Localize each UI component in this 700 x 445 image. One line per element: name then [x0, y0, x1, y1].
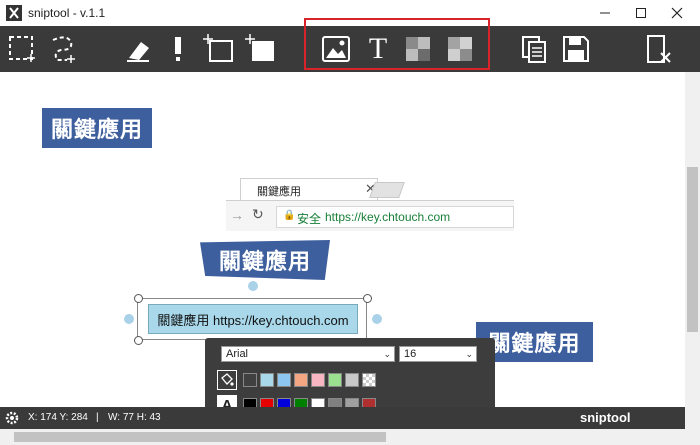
- add-rect-outline-button[interactable]: [198, 26, 238, 72]
- corner-handle-tr[interactable]: [363, 294, 372, 303]
- copy-icon: [522, 36, 546, 63]
- close-button[interactable]: [660, 0, 694, 26]
- save-icon: [563, 36, 589, 62]
- fill-color-swatch[interactable]: [294, 373, 308, 387]
- ribbon-tag[interactable]: 關鍵應用: [200, 240, 330, 280]
- corner-handle-bl[interactable]: [134, 336, 143, 345]
- browser-snippet[interactable]: 關鍵應用 ✕ → ↻ 🔒 安全 https://key.chtouch.com: [226, 178, 514, 231]
- corner-handle-tl[interactable]: [134, 294, 143, 303]
- add-rect-outline-icon: [203, 34, 233, 62]
- fill-color-swatch[interactable]: [345, 373, 359, 387]
- font-select[interactable]: Arial ⌄: [221, 346, 395, 362]
- lock-icon: 🔒: [283, 210, 296, 221]
- rotate-handle[interactable]: [248, 281, 258, 291]
- right-handle[interactable]: [372, 314, 382, 324]
- note-text[interactable]: 關鍵應用 https://key.chtouch.com: [148, 304, 358, 334]
- highlight-box: [304, 18, 490, 70]
- brand-label: sniptool: [580, 410, 631, 425]
- fill-color-swatch[interactable]: [362, 373, 376, 387]
- font-value: Arial: [226, 348, 249, 360]
- close-icon: [671, 7, 683, 19]
- lasso-icon: [52, 36, 75, 63]
- minimize-icon: [600, 12, 610, 14]
- horizontal-scroll-thumb[interactable]: [14, 432, 386, 442]
- selected-note[interactable]: 關鍵應用 https://key.chtouch.com: [137, 298, 367, 340]
- forward-icon: →: [230, 207, 244, 223]
- horizontal-scrollbar[interactable]: [0, 429, 685, 445]
- url-text: https://key.chtouch.com: [325, 210, 451, 224]
- chevron-down-icon: ⌄: [383, 349, 391, 359]
- address-row: → ↻ 🔒 安全 https://key.chtouch.com: [226, 200, 514, 231]
- marker-icon: [175, 37, 181, 61]
- maximize-button[interactable]: [624, 0, 658, 26]
- cursor-coords: X: 174 Y: 284: [28, 412, 88, 423]
- window-title: sniptool - v.1.1: [28, 6, 106, 20]
- new-tab-icon: [369, 182, 405, 198]
- fill-color-swatch[interactable]: [277, 373, 291, 387]
- secure-label: 安全: [297, 212, 322, 226]
- size-select[interactable]: 16 ⌄: [399, 346, 477, 362]
- fill-color-swatch[interactable]: [243, 373, 257, 387]
- app-icon: [6, 5, 22, 21]
- eraser-icon: [127, 42, 149, 62]
- scroll-corner: [685, 421, 700, 445]
- status-separator: |: [96, 412, 99, 423]
- add-rect-filled-icon: [245, 34, 274, 61]
- chevron-down-icon: ⌄: [465, 349, 473, 359]
- key-app-tag[interactable]: 關鍵應用: [42, 108, 152, 148]
- fill-color-swatch[interactable]: [260, 373, 274, 387]
- vertical-scroll-thumb[interactable]: [687, 167, 698, 332]
- fill-bucket-icon: [217, 370, 237, 390]
- maximize-icon: [636, 8, 646, 18]
- clear-button[interactable]: [638, 26, 678, 72]
- size-value: 16: [404, 348, 417, 360]
- copy-button[interactable]: [514, 26, 554, 72]
- gear-icon[interactable]: [4, 410, 20, 426]
- rect-select-button[interactable]: [2, 26, 42, 72]
- marker-button[interactable]: [158, 26, 198, 72]
- lasso-select-button[interactable]: [42, 26, 82, 72]
- eraser-button[interactable]: [118, 26, 158, 72]
- status-bar: X: 174 Y: 284 | W: 77 H: 43 sniptool: [0, 407, 685, 429]
- save-button[interactable]: [556, 26, 596, 72]
- fill-color-swatch[interactable]: [328, 373, 342, 387]
- address-bar: 🔒 安全 https://key.chtouch.com: [276, 206, 514, 228]
- add-rect-filled-button[interactable]: [240, 26, 280, 72]
- selection-size: W: 77 H: 43: [108, 412, 161, 423]
- browser-tab: 關鍵應用 ✕: [240, 178, 378, 201]
- tab-title: 關鍵應用: [257, 186, 301, 198]
- reload-icon: ↻: [252, 206, 264, 222]
- clear-canvas-icon: [647, 35, 671, 63]
- fill-color-swatch[interactable]: [311, 373, 325, 387]
- minimize-button[interactable]: [588, 0, 622, 26]
- rect-select-icon: [9, 36, 35, 62]
- vertical-scrollbar[interactable]: [685, 72, 700, 421]
- left-handle[interactable]: [124, 314, 134, 324]
